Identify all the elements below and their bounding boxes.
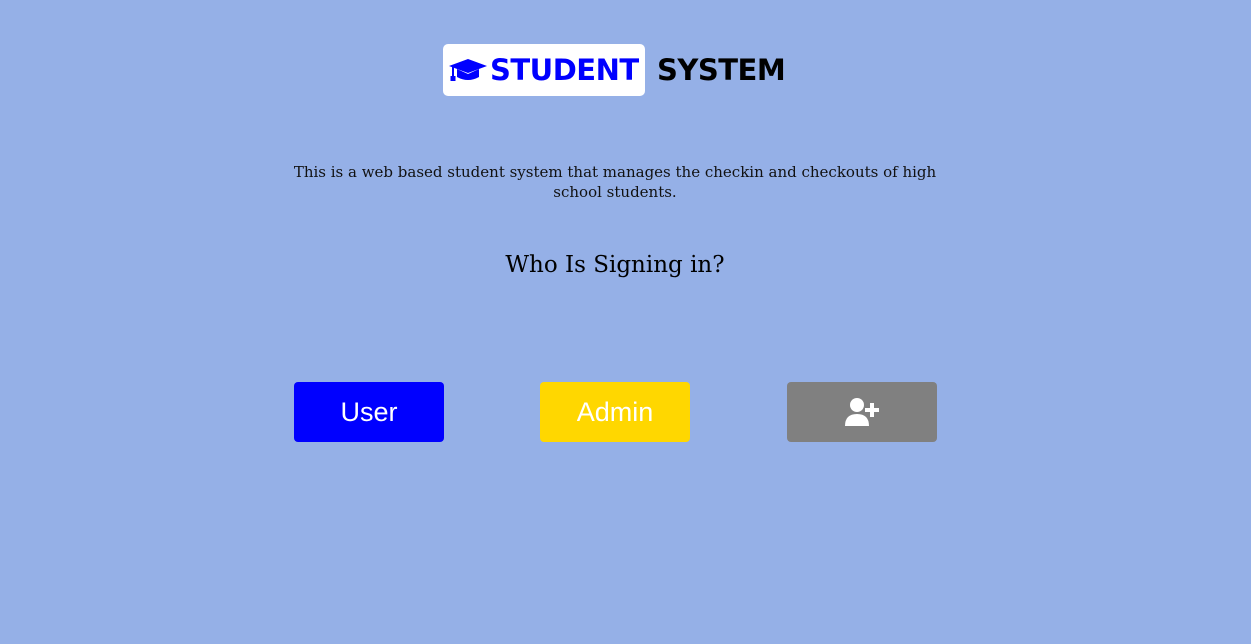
page-heading: Who Is Signing in? xyxy=(505,252,725,278)
app-logo: STUDENT SYSTEM xyxy=(443,44,786,96)
graduation-cap-icon xyxy=(449,59,487,81)
add-user-button[interactable] xyxy=(787,382,937,442)
logo-text-system: SYSTEM xyxy=(657,53,786,87)
logo-badge: STUDENT xyxy=(443,44,645,96)
user-plus-icon xyxy=(845,398,879,426)
system-description: This is a web based student system that … xyxy=(293,163,937,201)
admin-button[interactable]: Admin xyxy=(540,382,690,442)
logo-text-student: STUDENT xyxy=(490,53,639,87)
user-button[interactable]: User xyxy=(294,382,444,442)
